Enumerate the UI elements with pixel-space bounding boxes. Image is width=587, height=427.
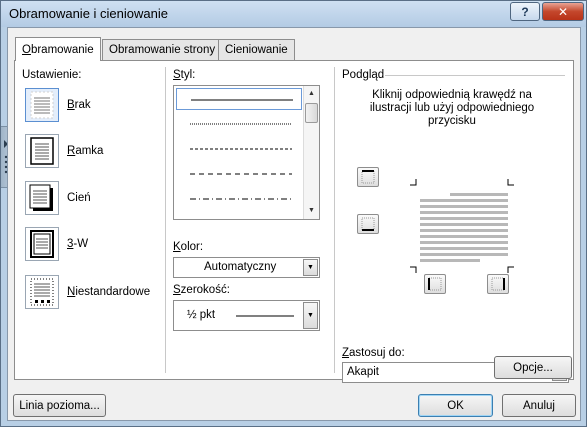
cancel-button[interactable]: Anuluj	[502, 394, 576, 417]
width-line-icon	[236, 315, 294, 317]
color-value: Automatyczny	[204, 261, 277, 273]
ok-label: OK	[447, 399, 464, 412]
color-dropdown[interactable]: Automatyczny ▼	[173, 257, 320, 278]
scroll-up-icon[interactable]: ▲	[308, 90, 315, 97]
close-icon: ✕	[557, 4, 569, 19]
border-custom-icon	[30, 278, 54, 306]
border-shadow-icon	[29, 184, 53, 211]
cancel-label: Anuluj	[523, 399, 555, 412]
style-option-dashed-small[interactable]	[176, 138, 302, 160]
width-value: ½ pkt	[187, 309, 216, 321]
dialog-title: Obramowanie i cieniowanie	[9, 6, 168, 21]
top-border-button[interactable]	[357, 167, 379, 187]
style-heading: Styl:	[173, 69, 196, 81]
tab-label: Cieniowanie	[225, 44, 288, 56]
apply-to-label: Zastosuj do:	[342, 347, 405, 359]
column-separator	[334, 67, 335, 373]
line-solid-icon	[191, 99, 293, 101]
apply-to-value: Akapit	[347, 366, 379, 378]
setting-custom-label[interactable]: Niestandardowe	[67, 286, 150, 298]
setting-3d-label[interactable]: 3-W	[67, 238, 88, 250]
preview-instruction: Kliknij odpowiednią krawędź na ilustracj…	[369, 89, 535, 127]
options-button[interactable]: Opcje...	[494, 356, 572, 379]
line-dashed-small-icon	[190, 148, 292, 150]
setting-box-label[interactable]: Ramka	[67, 145, 103, 157]
color-label: Kolor:	[173, 241, 204, 253]
help-button[interactable]: ?	[510, 2, 540, 21]
scroll-thumb[interactable]	[305, 103, 318, 123]
border-right-icon	[491, 277, 505, 291]
left-border-button[interactable]	[424, 274, 446, 294]
horizontal-line-label: Linia pozioma...	[19, 399, 100, 412]
style-list[interactable]: ▲ ▼	[173, 85, 320, 220]
setting-none-label[interactable]: Brak	[67, 99, 91, 111]
chevron-down-icon[interactable]: ▼	[303, 302, 318, 329]
width-dropdown[interactable]: ½ pkt ▼	[173, 300, 320, 331]
setting-3d-button[interactable]	[25, 227, 59, 261]
right-border-button[interactable]	[487, 274, 509, 294]
border-3d-icon	[30, 230, 54, 258]
preview-diagram	[410, 179, 514, 273]
tab-shading[interactable]: Cieniowanie	[218, 39, 295, 60]
tab-borders[interactable]: Obramowanie	[15, 37, 101, 61]
dialog-client-area: Obramowanie Obramowanie strony Cieniowan…	[7, 27, 581, 421]
chevron-down-icon[interactable]: ▼	[303, 259, 318, 276]
setting-shadow-button[interactable]	[25, 181, 59, 215]
setting-none-button[interactable]	[25, 88, 59, 122]
setting-heading: Ustawienie:	[22, 69, 82, 81]
border-none-icon	[30, 91, 54, 119]
scroll-down-icon[interactable]: ▼	[308, 207, 315, 214]
preview-page[interactable]	[410, 179, 520, 274]
style-option-solid[interactable]	[176, 88, 302, 110]
options-button-label: Opcje...	[513, 361, 553, 374]
line-dash-dot-icon	[190, 198, 292, 200]
border-left-icon	[428, 277, 442, 291]
style-option-dashed-large[interactable]	[176, 163, 302, 185]
border-box-icon	[30, 137, 54, 165]
border-top-icon	[361, 170, 375, 184]
tab-panel: Ustawienie: Brak Ramka Cień 3-W Niestand…	[14, 60, 574, 383]
preview-heading: Podgląd	[342, 69, 385, 81]
help-icon: ?	[521, 4, 529, 19]
tab-page-border[interactable]: Obramowanie strony	[102, 39, 223, 60]
bottom-border-button[interactable]	[357, 214, 379, 234]
line-dashed-large-icon	[190, 173, 292, 175]
style-option-dotted[interactable]	[176, 113, 302, 135]
tab-label: Obramowanie	[22, 43, 94, 56]
style-option-dash-dot[interactable]	[176, 188, 302, 210]
line-dotted-icon	[190, 123, 292, 125]
ok-button[interactable]: OK	[418, 394, 493, 417]
setting-shadow-label[interactable]: Cień	[67, 192, 91, 204]
title-bar[interactable]: Obramowanie i cieniowanie ? ✕	[1, 1, 586, 27]
preview-heading-rule	[385, 75, 565, 76]
setting-box-button[interactable]	[25, 134, 59, 168]
setting-custom-button[interactable]	[25, 275, 59, 309]
border-bottom-icon	[361, 217, 375, 231]
close-button[interactable]: ✕	[542, 2, 584, 21]
width-label: Szerokość:	[173, 284, 230, 296]
column-separator	[165, 67, 166, 373]
dialog-window: Obramowanie i cieniowanie ? ✕ Obramowani…	[0, 0, 587, 427]
horizontal-line-button[interactable]: Linia pozioma...	[13, 394, 106, 417]
tab-label: Obramowanie strony	[109, 44, 216, 56]
style-scrollbar[interactable]: ▲ ▼	[303, 86, 319, 219]
